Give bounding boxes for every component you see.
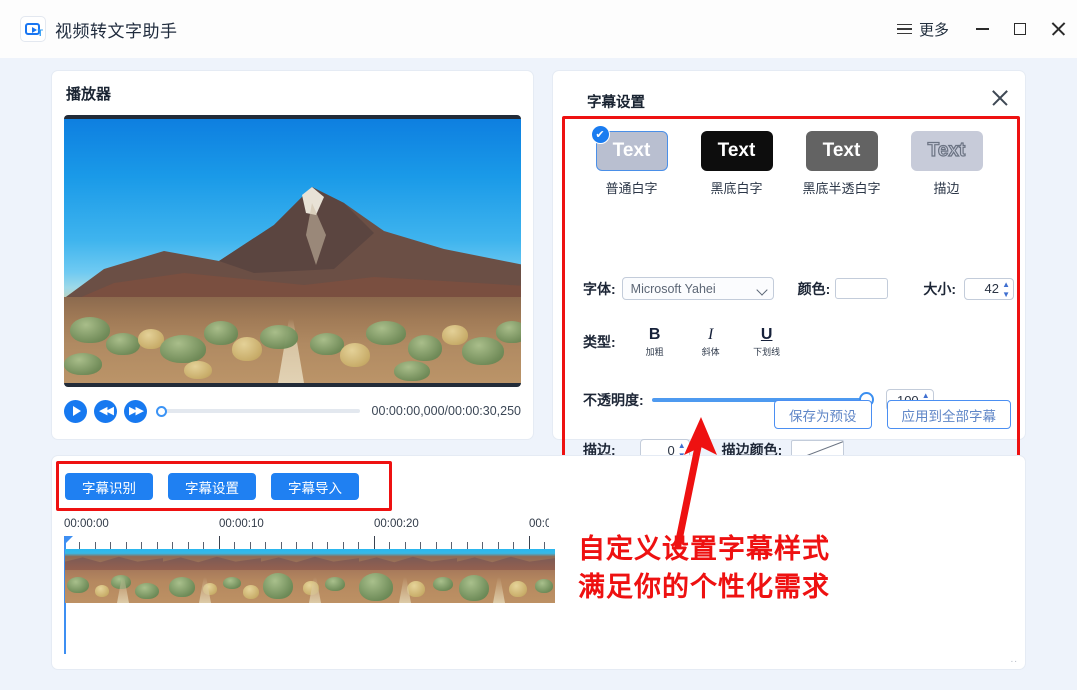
seek-slider[interactable]: [156, 405, 360, 417]
player-title: 播放器: [66, 86, 112, 103]
ruler-label: 00:00:00: [64, 518, 109, 530]
preset-item-outline[interactable]: Text 描边: [894, 131, 999, 197]
font-family-select[interactable]: Microsoft Yahei: [621, 277, 774, 300]
close-icon: [1050, 21, 1066, 37]
rewind-icon: ◀◀: [99, 404, 114, 417]
preset-item-black-semitransparent[interactable]: Text 黑底半透白字: [789, 131, 894, 197]
italic-icon: I: [708, 326, 714, 343]
preset-label: 黑底半透白字: [802, 181, 881, 196]
fast-forward-icon: ▶▶: [129, 404, 144, 417]
preset-preview: ✔ Text: [590, 125, 668, 171]
subtitle-settings-panel: 字幕设置 ✔ Text 普通白字 Text 黑底白字 Text 黑底半透白字 T…: [552, 70, 1026, 464]
ruler-label: 00:00:10: [219, 518, 264, 530]
play-icon: [72, 406, 81, 416]
maximize-icon: [1014, 23, 1026, 35]
rewind-button[interactable]: ◀◀: [94, 399, 117, 423]
filmstrip-thumbnail[interactable]: [65, 549, 163, 603]
type-row: 类型: B 加粗 I 斜体 U 下划线: [583, 326, 784, 358]
color-label: 颜色:: [797, 280, 831, 297]
preset-preview-text: Text: [822, 140, 861, 161]
video-preview[interactable]: [64, 115, 521, 387]
preset-label: 普通白字: [605, 181, 658, 196]
subtitle-settings-button[interactable]: 字幕设置: [168, 473, 256, 500]
filmstrip-thumbnail[interactable]: [359, 549, 457, 603]
video-filmstrip[interactable]: [65, 549, 555, 603]
minimize-icon: [975, 28, 989, 30]
filmstrip-thumbnail[interactable]: [457, 549, 555, 603]
mountain-shape: [64, 187, 521, 313]
chevron-down-icon: [756, 284, 768, 296]
preset-item-black-bg-white[interactable]: Text 黑底白字: [684, 131, 789, 197]
annotation-line-2: 满足你的个性化需求: [578, 572, 830, 603]
settings-close-icon[interactable]: [989, 87, 1011, 109]
preset-preview: Text: [700, 131, 773, 171]
player-panel: 播放器 ◀◀ ▶▶ 00:00:00,000/00:00:30,250: [51, 70, 534, 440]
window-controls: 更多: [896, 0, 1077, 58]
subtitle-recognize-button[interactable]: 字幕识别: [65, 473, 153, 500]
player-controls: ◀◀ ▶▶ 00:00:00,000/00:00:30,250: [64, 397, 521, 425]
preset-item-normal-white[interactable]: ✔ Text 普通白字: [579, 125, 684, 197]
fast-forward-button[interactable]: ▶▶: [124, 399, 147, 423]
font-size-value: 42: [984, 281, 1000, 296]
play-button[interactable]: [64, 399, 87, 423]
type-label: 类型:: [583, 334, 616, 350]
more-label: 更多: [918, 21, 949, 39]
bold-icon: B: [648, 326, 661, 343]
minimize-button[interactable]: [963, 0, 1001, 58]
annotation-line-1: 自定义设置字幕样式: [578, 534, 830, 564]
resize-handle[interactable]: ..: [1010, 654, 1018, 665]
font-size-stepper[interactable]: 42 ▲ ▼: [964, 277, 1015, 300]
maximize-button[interactable]: [1001, 0, 1039, 58]
preset-label: 黑底白字: [710, 181, 763, 196]
settings-title: 字幕设置: [587, 95, 645, 111]
italic-label: 斜体: [701, 347, 720, 357]
bold-label: 加粗: [645, 347, 664, 357]
bold-toggle[interactable]: B 加粗: [638, 326, 672, 358]
apply-all-button[interactable]: 应用到全部字幕: [886, 400, 1011, 429]
title-bar: T 视频转文字助手 更多: [0, 0, 1077, 58]
underline-toggle[interactable]: U 下划线: [750, 326, 784, 358]
seek-track[interactable]: [165, 409, 360, 413]
subtitle-import-button[interactable]: 字幕导入: [271, 473, 359, 500]
size-label: 大小:: [923, 280, 957, 297]
seek-handle[interactable]: [156, 405, 167, 417]
preset-preview-text: Text: [612, 140, 651, 161]
preset-label: 描边: [933, 181, 960, 196]
preset-list: ✔ Text 普通白字 Text 黑底白字 Text 黑底半透白字 Text 描…: [579, 125, 999, 197]
underline-label: 下划线: [753, 347, 781, 357]
font-label: 字体:: [583, 280, 616, 297]
underline-icon: U: [760, 326, 773, 343]
more-menu-button[interactable]: 更多: [896, 19, 949, 40]
logo-t-mark: T: [37, 28, 44, 38]
playhead-handle-icon[interactable]: [64, 536, 73, 545]
preset-preview-text: Text: [717, 140, 756, 161]
hamburger-icon: [896, 23, 912, 35]
filmstrip-thumbnail[interactable]: [163, 549, 261, 603]
save-preset-button[interactable]: 保存为预设: [774, 400, 872, 429]
app-logo-icon: T: [20, 16, 46, 42]
time-display: 00:00:00,000/00:00:30,250: [371, 404, 521, 418]
stepper-arrows-icon[interactable]: ▲▼: [1002, 280, 1010, 299]
annotation-text: 自定义设置字幕样式 满足你的个性化需求: [578, 530, 918, 607]
subtitle-action-row: 字幕识别 字幕设置 字幕导入: [65, 473, 359, 500]
filmstrip-thumbnail[interactable]: [261, 549, 359, 603]
app-title: 视频转文字助手: [55, 21, 178, 41]
video-image: [64, 119, 521, 383]
ruler-label: 00:00:20: [374, 518, 419, 530]
text-color-swatch[interactable]: [835, 278, 889, 299]
preset-preview: Text: [910, 131, 983, 171]
preset-preview: Text: [805, 131, 878, 171]
font-row: 字体: Microsoft Yahei 颜色: 大小: 42 ▲ ▼: [583, 277, 1015, 300]
font-family-value: Microsoft Yahei: [630, 281, 716, 296]
opacity-label: 不透明度:: [583, 392, 644, 408]
preset-preview-text: Text: [927, 139, 966, 161]
check-icon: ✔: [590, 125, 610, 144]
italic-toggle[interactable]: I 斜体: [694, 326, 728, 358]
close-button[interactable]: [1039, 0, 1077, 58]
ruler-label: 00:0(: [529, 518, 549, 530]
settings-footer: 保存为预设 应用到全部字幕: [774, 400, 1011, 429]
